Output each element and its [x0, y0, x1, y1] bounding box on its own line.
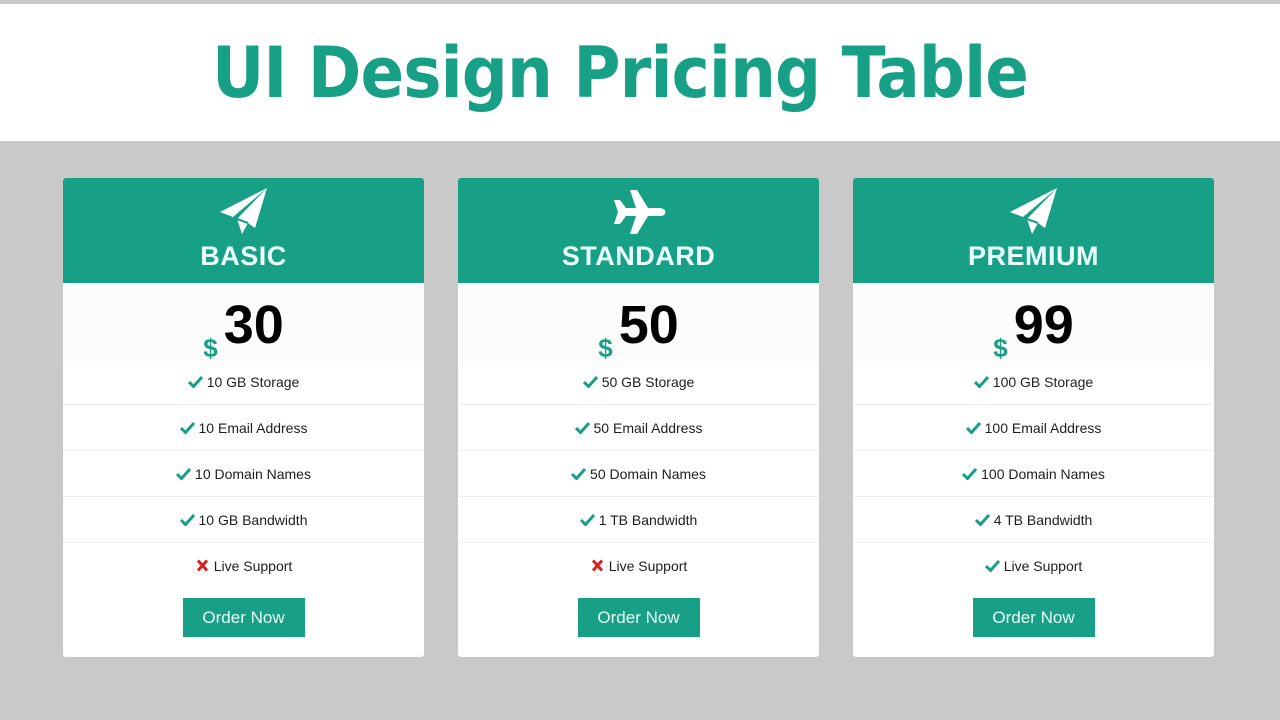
feature-text: 100 Email Address: [984, 420, 1102, 436]
page-title: UI Design Pricing Table: [212, 32, 1029, 114]
check-icon: [571, 467, 587, 480]
feature-item: Live Support: [458, 543, 819, 589]
plan-name: PREMIUM: [968, 241, 1099, 271]
feature-text: 1 TB Bandwidth: [598, 512, 698, 528]
feature-text: 100 Domain Names: [981, 466, 1105, 482]
airplane-icon: [612, 186, 666, 238]
feature-item: Live Support: [63, 543, 424, 589]
plan-name: BASIC: [200, 241, 287, 271]
price: $30: [63, 283, 424, 367]
check-icon: [179, 513, 195, 526]
check-icon: [187, 375, 203, 388]
check-icon: [179, 421, 195, 434]
price-amount: 99: [1013, 295, 1074, 355]
cross-icon: [591, 559, 603, 572]
feature-text: 50 Domain Names: [590, 466, 706, 482]
feature-list: 100 GB Storage 100 Email Address 100 Domai…: [853, 367, 1214, 589]
card-header: PREMIUM: [853, 178, 1214, 283]
price-amount: 30: [223, 295, 284, 355]
card-header: STANDARD: [458, 178, 819, 283]
check-icon: [965, 421, 981, 434]
card-header: BASIC: [63, 178, 424, 283]
plan-name: STANDARD: [561, 241, 716, 271]
check-icon: [176, 467, 192, 480]
paper-plane-icon: [217, 186, 271, 238]
check-icon: [984, 559, 1000, 572]
feature-list: 50 GB Storage 50 Email Address 50 Domain N…: [458, 367, 819, 589]
feature-item: 100 GB Storage: [853, 367, 1214, 405]
feature-list: 10 GB Storage 10 Email Address 10 Domain N…: [63, 367, 424, 589]
feature-item: 4 TB Bandwidth: [853, 497, 1214, 543]
paper-plane-icon: [1007, 186, 1061, 238]
feature-item: 1 TB Bandwidth: [458, 497, 819, 543]
price: $99: [853, 283, 1214, 367]
feature-text: Live Support: [1003, 558, 1083, 574]
cross-icon: [196, 559, 208, 572]
feature-text: 10 GB Storage: [206, 374, 300, 390]
pricing-card-standard: STANDARD $50 50 GB Storage 50 Email Addre…: [458, 178, 819, 657]
feature-text: 10 Email Address: [198, 420, 308, 436]
check-icon: [579, 513, 595, 526]
feature-item: 50 Domain Names: [458, 451, 819, 497]
order-now-button[interactable]: Order Now: [182, 598, 305, 637]
title-banner: UI Design Pricing Table: [0, 4, 1280, 141]
pricing-card-basic: BASIC $30 10 GB Storage 10 Email Address 1…: [63, 178, 424, 657]
feature-item: 10 Email Address: [63, 405, 424, 451]
feature-text: 50 Email Address: [593, 420, 703, 436]
order-now-button[interactable]: Order Now: [972, 598, 1095, 637]
price: $50: [458, 283, 819, 367]
feature-text: Live Support: [213, 558, 293, 574]
check-icon: [973, 375, 989, 388]
feature-text: 4 TB Bandwidth: [993, 512, 1093, 528]
feature-item: 10 GB Storage: [63, 367, 424, 405]
feature-text: 50 GB Storage: [601, 374, 695, 390]
feature-item: 10 Domain Names: [63, 451, 424, 497]
check-icon: [582, 375, 598, 388]
pricing-card-premium: PREMIUM $99 100 GB Storage 100 Email Addr…: [853, 178, 1214, 657]
feature-item: 100 Domain Names: [853, 451, 1214, 497]
feature-item: 10 GB Bandwidth: [63, 497, 424, 543]
feature-text: Live Support: [608, 558, 688, 574]
currency-symbol: $: [598, 333, 613, 363]
currency-symbol: $: [993, 333, 1008, 363]
price-amount: 50: [618, 295, 679, 355]
feature-text: 10 GB Bandwidth: [198, 512, 308, 528]
feature-text: 10 Domain Names: [195, 466, 311, 482]
check-icon: [962, 467, 978, 480]
feature-text: 100 GB Storage: [992, 374, 1094, 390]
currency-symbol: $: [203, 333, 218, 363]
feature-item: 50 Email Address: [458, 405, 819, 451]
feature-item: 50 GB Storage: [458, 367, 819, 405]
order-now-button[interactable]: Order Now: [577, 598, 700, 637]
feature-item: 100 Email Address: [853, 405, 1214, 451]
check-icon: [974, 513, 990, 526]
feature-item: Live Support: [853, 543, 1214, 589]
check-icon: [574, 421, 590, 434]
